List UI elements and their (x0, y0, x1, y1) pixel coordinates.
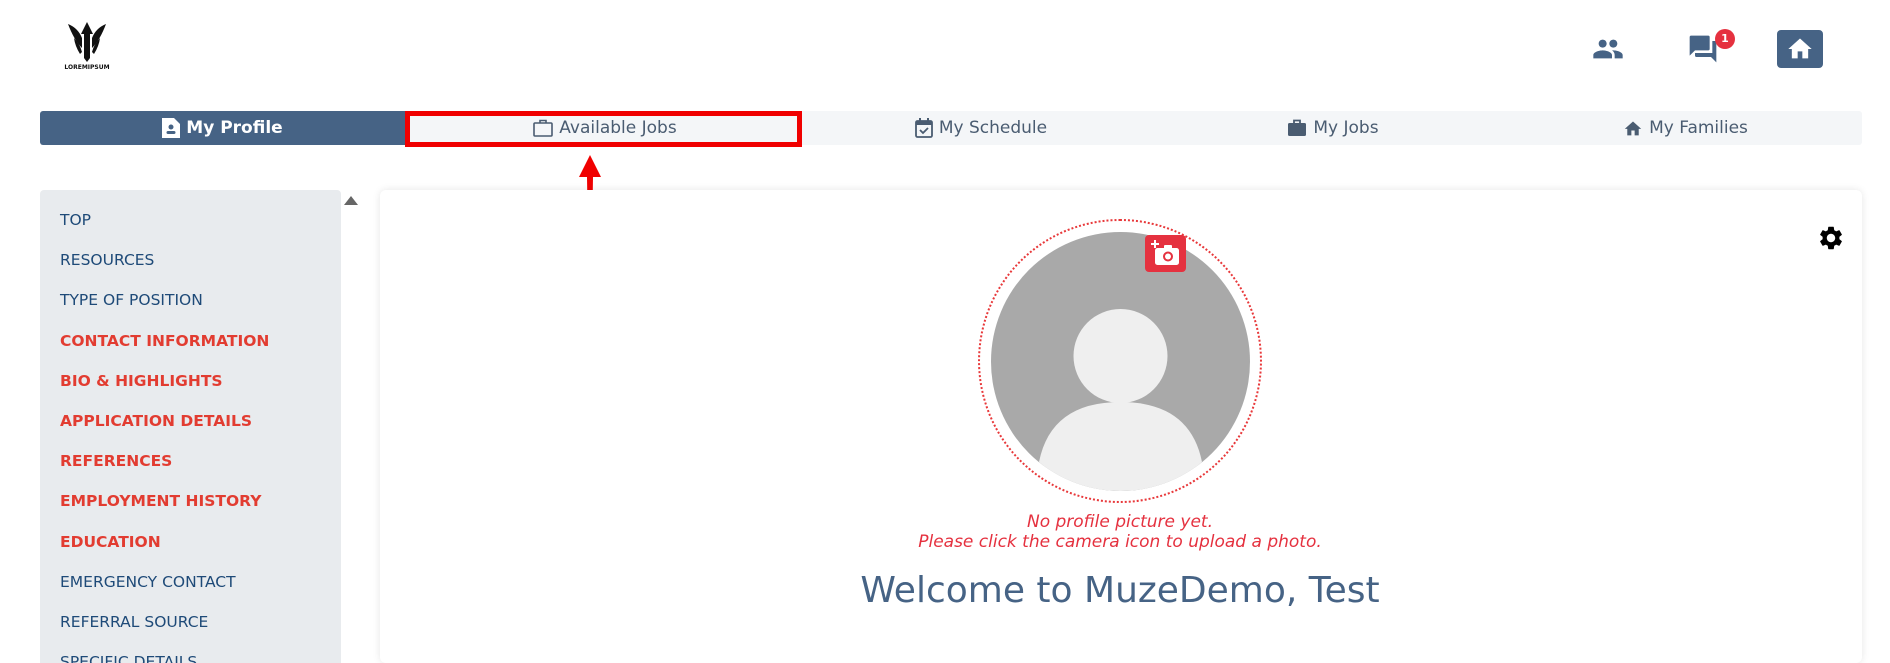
company-logo[interactable]: LOREMIPSUM (60, 18, 114, 76)
briefcase-outline-icon (533, 119, 554, 137)
tab-my-schedule[interactable]: My Schedule (805, 111, 1157, 145)
no-picture-line-1: No profile picture yet. (1026, 512, 1213, 532)
main-tab-bar: My Profile Available Jobs My Schedule My… (40, 111, 1862, 145)
tab-label: My Schedule (938, 118, 1048, 138)
sidebar-item-top[interactable]: TOP (40, 211, 341, 251)
sidebar-item-employment-history[interactable]: EMPLOYMENT HISTORY (40, 492, 341, 532)
welcome-heading: Welcome to MuzeDemo, Test (860, 570, 1380, 611)
tab-my-profile[interactable]: My Profile (40, 111, 405, 145)
home-button[interactable] (1777, 30, 1823, 68)
scroll-up-arrow-icon[interactable] (344, 196, 358, 205)
upload-photo-button[interactable] (1145, 235, 1186, 272)
camera-add-icon (1150, 239, 1179, 265)
tab-label: My Families (1649, 118, 1748, 138)
tab-available-jobs[interactable]: Available Jobs (405, 111, 805, 145)
logo-emblem-icon (68, 22, 106, 62)
contacts-people-icon[interactable] (1592, 33, 1624, 69)
sidebar-item-specific-details[interactable]: SPECIFIC DETAILS (40, 653, 341, 663)
calendar-check-icon (914, 118, 933, 138)
sidebar-item-education[interactable]: EDUCATION (40, 533, 341, 573)
sidebar-item-bio-highlights[interactable]: BIO & HIGHLIGHTS (40, 372, 341, 412)
sidebar-item-referral-source[interactable]: REFERRAL SOURCE (40, 613, 341, 653)
page: LOREMIPSUM 1 My Profile Available Jobs M… (0, 0, 1890, 663)
settings-gear-icon[interactable] (1817, 224, 1845, 256)
home-icon (1624, 121, 1642, 136)
tab-label: My Profile (186, 118, 283, 138)
sidebar-item-type-of-position[interactable]: TYPE OF POSITION (40, 291, 341, 331)
no-picture-line-2: Please click the camera icon to upload a… (918, 532, 1322, 552)
home-icon (1788, 38, 1812, 59)
document-user-icon (162, 118, 181, 138)
notification-badge: 1 (1715, 29, 1735, 49)
avatar-placeholder (991, 232, 1250, 491)
sidebar-item-contact-information[interactable]: CONTACT INFORMATION (40, 332, 341, 372)
sidebar-scrollbar[interactable] (343, 190, 357, 663)
profile-section-nav: TOP RESOURCES TYPE OF POSITION CONTACT I… (40, 190, 341, 663)
no-profile-picture-message: No profile picture yet. Please click the… (880, 512, 1360, 552)
sidebar-item-application-details[interactable]: APPLICATION DETAILS (40, 412, 341, 452)
sidebar-item-resources[interactable]: RESOURCES (40, 251, 341, 291)
tab-my-families[interactable]: My Families (1509, 111, 1862, 145)
sidebar-item-references[interactable]: REFERENCES (40, 452, 341, 492)
tab-my-jobs[interactable]: My Jobs (1157, 111, 1509, 145)
tab-label: Available Jobs (559, 118, 677, 138)
user-silhouette-icon (1039, 309, 1202, 491)
sidebar-item-emergency-contact[interactable]: EMERGENCY CONTACT (40, 573, 341, 613)
logo-text: LOREMIPSUM (64, 64, 110, 71)
tab-label: My Jobs (1313, 118, 1379, 138)
briefcase-icon (1288, 119, 1307, 136)
